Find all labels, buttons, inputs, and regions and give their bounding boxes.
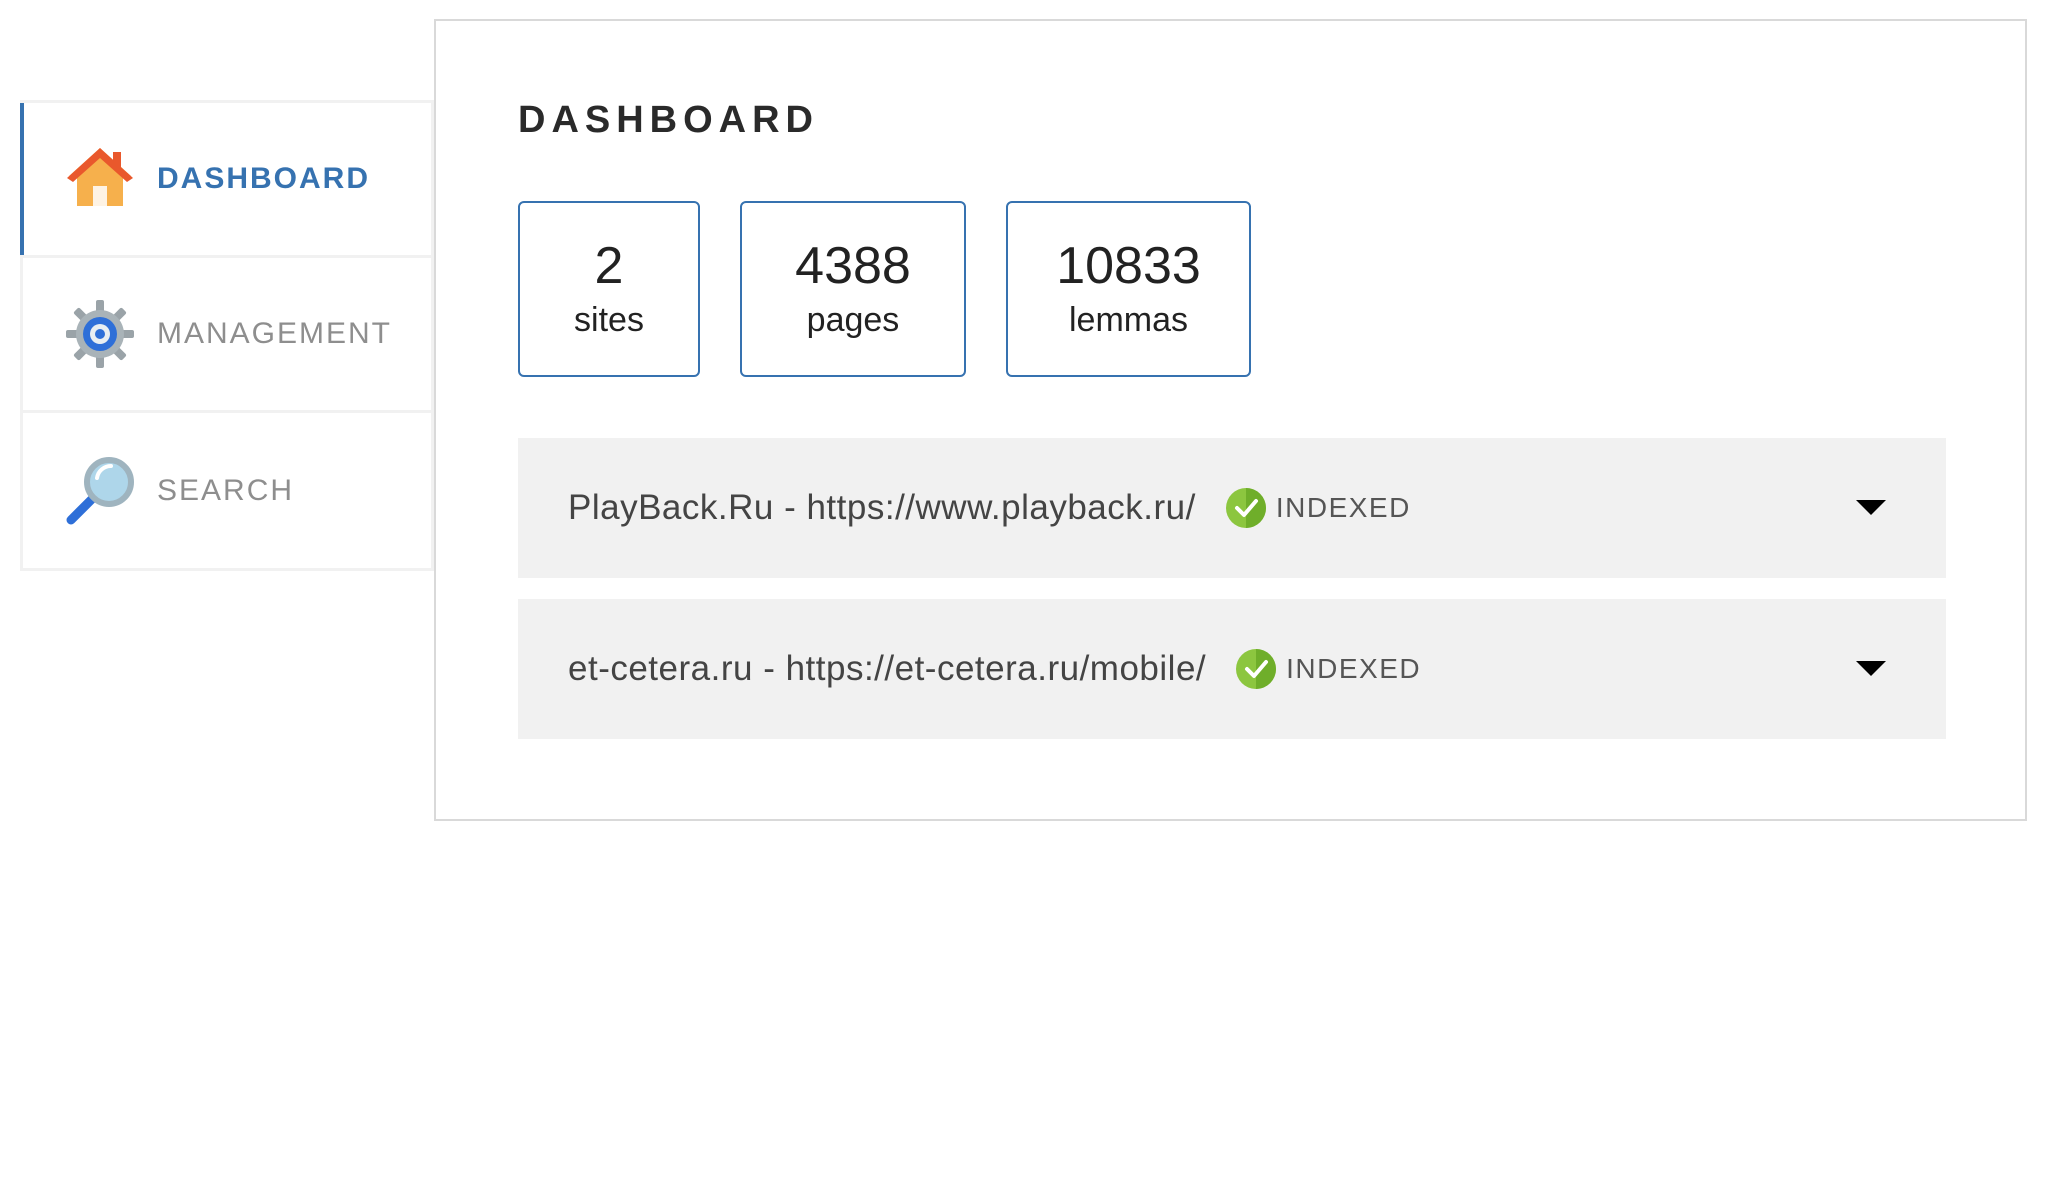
sidebar-item-search[interactable]: SEARCH bbox=[23, 413, 431, 568]
check-circle-icon bbox=[1225, 488, 1266, 528]
site-name: et-cetera.ru - https://et-cetera.ru/mobi… bbox=[568, 649, 1207, 688]
sidebar-nav: DASHBOARD MANAGEMENT SEARCH bbox=[20, 100, 434, 571]
stat-label: pages bbox=[806, 301, 900, 340]
status-badge: INDEXED bbox=[1275, 492, 1411, 523]
site-row-et-cetera[interactable]: et-cetera.ru - https://et-cetera.ru/mobi… bbox=[518, 599, 1946, 739]
sidebar-item-label: MANAGEMENT bbox=[157, 317, 393, 350]
stat-card-sites: 2 sites bbox=[518, 201, 700, 377]
stat-card-lemmas: 10833 lemmas bbox=[1006, 201, 1251, 377]
status-badge: INDEXED bbox=[1286, 653, 1422, 684]
sidebar-item-management[interactable]: MANAGEMENT bbox=[23, 258, 431, 413]
chevron-down-icon[interactable] bbox=[1856, 500, 1886, 515]
stat-card-pages: 4388 pages bbox=[740, 201, 966, 377]
chevron-down-icon[interactable] bbox=[1856, 661, 1886, 676]
sidebar-item-label: DASHBOARD bbox=[157, 162, 370, 195]
stat-value: 10833 bbox=[1056, 236, 1201, 295]
site-row-playback[interactable]: PlayBack.Ru - https://www.playback.ru/ I… bbox=[518, 438, 1946, 578]
home-icon bbox=[63, 142, 137, 216]
magnifier-icon bbox=[63, 454, 137, 528]
page-title: DASHBOARD bbox=[518, 99, 819, 141]
stat-label: lemmas bbox=[1068, 301, 1189, 340]
gear-icon bbox=[63, 297, 137, 371]
sidebar-item-dashboard[interactable]: DASHBOARD bbox=[20, 103, 431, 258]
stat-value: 2 bbox=[594, 236, 624, 295]
stat-label: sites bbox=[574, 301, 644, 340]
stats-group: 2 sites 4388 pages 10833 lemmas bbox=[518, 201, 1251, 377]
sidebar-item-label: SEARCH bbox=[157, 473, 295, 507]
dashboard-panel: DASHBOARD 2 sites 4388 pages 10833 lemma… bbox=[434, 19, 2027, 821]
check-circle-icon bbox=[1236, 649, 1277, 689]
site-name: PlayBack.Ru - https://www.playback.ru/ bbox=[568, 488, 1196, 527]
stat-value: 4388 bbox=[795, 236, 911, 295]
